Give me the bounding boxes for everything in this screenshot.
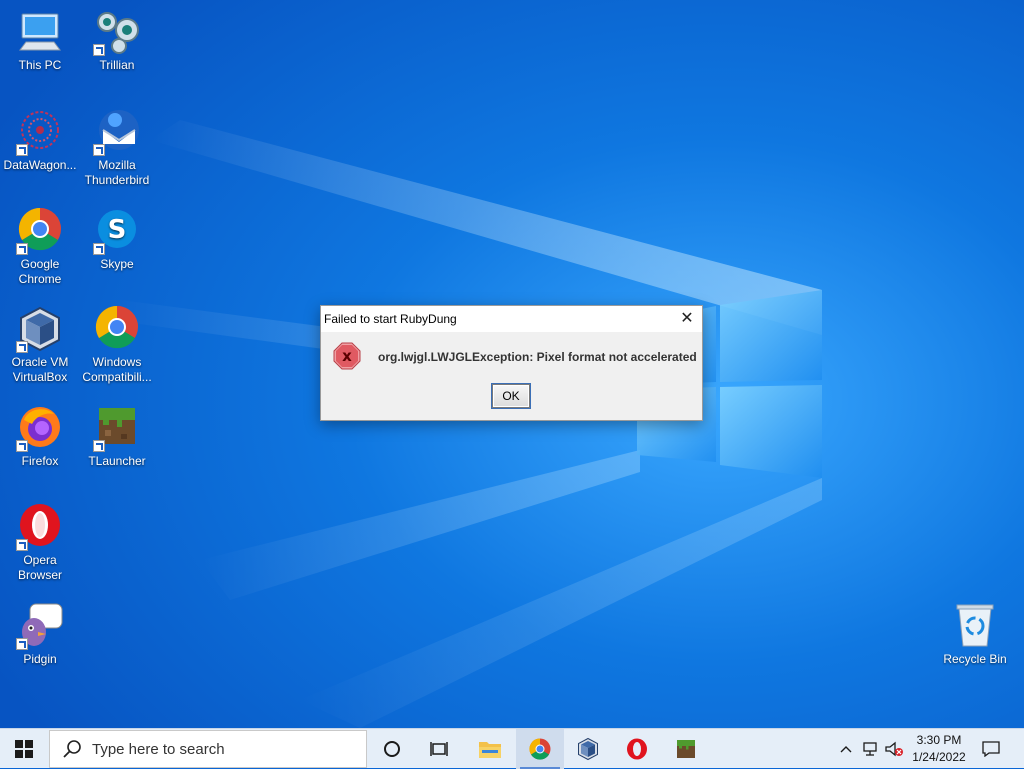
dialog-titlebar[interactable]: Failed to start RubyDung ✕ xyxy=(321,306,702,332)
taskbar-chrome[interactable] xyxy=(516,729,564,769)
windows-logo-icon xyxy=(15,740,33,758)
error-dialog: Failed to start RubyDung ✕ x org.lwjgl.L… xyxy=(320,305,703,421)
taskbar: 3:30 PM 1/24/2022 xyxy=(0,728,1024,769)
thunderbird-icon xyxy=(93,108,141,156)
shortcut-arrow-icon xyxy=(93,243,105,255)
tlauncher-icon xyxy=(93,404,141,452)
desktop-icon-label: Windows Compatibili... xyxy=(82,355,152,384)
svg-text:x: x xyxy=(342,347,352,365)
desktop-icon-this-pc[interactable]: This PC xyxy=(0,8,80,73)
tlauncher-icon xyxy=(677,740,695,758)
taskbar-file-explorer[interactable] xyxy=(466,729,514,769)
opera-icon xyxy=(627,738,647,760)
start-button[interactable] xyxy=(0,729,48,769)
shortcut-arrow-icon xyxy=(16,539,28,551)
taskbar-virtualbox[interactable] xyxy=(564,729,612,769)
svg-text:S: S xyxy=(108,215,127,245)
desktop-icon-trillian[interactable]: Trillian xyxy=(77,8,157,73)
desktop-icon-datawagon[interactable]: DataWagon... xyxy=(0,108,80,173)
shortcut-arrow-icon xyxy=(16,243,28,255)
cortana-button[interactable] xyxy=(368,729,416,769)
desktop-icon-recycle-bin[interactable]: Recycle Bin xyxy=(935,602,1015,667)
close-button[interactable]: ✕ xyxy=(672,306,702,332)
desktop-icon-windows-compat[interactable]: Windows Compatibili... xyxy=(77,305,157,385)
recycle-bin-icon xyxy=(951,602,999,650)
opera-icon xyxy=(16,503,64,551)
chevron-up-icon xyxy=(840,746,852,753)
chrome-icon xyxy=(93,305,141,353)
taskbar-clock[interactable]: 3:30 PM 1/24/2022 xyxy=(902,732,976,766)
shortcut-arrow-icon xyxy=(16,440,28,452)
desktop-icon-label: DataWagon... xyxy=(3,158,77,172)
notification-icon xyxy=(982,741,1000,757)
trillian-icon xyxy=(93,8,141,56)
file-explorer-icon xyxy=(479,742,501,758)
chrome-icon xyxy=(529,738,551,760)
error-message: org.lwjgl.LWJGLException: Pixel format n… xyxy=(378,350,697,364)
desktop-icon-label: Mozilla Thunderbird xyxy=(84,158,150,187)
shortcut-arrow-icon xyxy=(16,341,28,353)
action-center-button[interactable] xyxy=(978,729,1004,769)
taskbar-opera[interactable] xyxy=(613,729,661,769)
shortcut-arrow-icon xyxy=(16,638,28,650)
shortcut-arrow-icon xyxy=(16,144,28,156)
network-icon xyxy=(863,742,877,756)
shortcut-arrow-icon xyxy=(93,144,105,156)
search-input[interactable] xyxy=(90,739,354,759)
search-icon xyxy=(63,740,81,758)
desktop-icon-label: Firefox xyxy=(21,454,59,468)
shortcut-arrow-icon xyxy=(93,440,105,452)
desktop-icon-label: Skype xyxy=(100,257,134,271)
network-tray-button[interactable] xyxy=(860,729,882,769)
desktop-icon-firefox[interactable]: Firefox xyxy=(0,404,80,469)
shortcut-arrow-icon xyxy=(93,44,105,56)
desktop-icon-label: Trillian xyxy=(99,58,135,72)
desktop-icon-label: This PC xyxy=(18,58,62,72)
desktop-icon-pidgin[interactable]: Pidgin xyxy=(0,602,80,667)
clock-time: 3:30 PM xyxy=(916,733,962,747)
desktop-icon-label: Pidgin xyxy=(23,652,57,666)
clock-date: 1/24/2022 xyxy=(912,750,966,764)
chrome-icon xyxy=(16,207,64,255)
virtualbox-icon xyxy=(578,737,598,761)
error-icon: x xyxy=(333,342,361,370)
desktop-icon-label: Opera Browser xyxy=(17,553,62,582)
task-view-button[interactable] xyxy=(416,729,464,769)
desktop-icon-tlauncher[interactable]: TLauncher xyxy=(77,404,157,469)
desktop-icon-label: Google Chrome xyxy=(18,257,62,286)
skype-icon: S xyxy=(93,207,141,255)
dialog-title: Failed to start RubyDung xyxy=(324,312,457,326)
task-view-icon xyxy=(430,742,448,756)
virtualbox-icon xyxy=(16,305,64,353)
desktop-icon-virtualbox[interactable]: Oracle VM VirtualBox xyxy=(0,305,80,385)
taskbar-tlauncher[interactable] xyxy=(662,729,710,769)
cortana-circle-icon xyxy=(384,741,400,757)
this-pc-icon xyxy=(16,8,64,56)
firefox-icon xyxy=(16,404,64,452)
show-hidden-icons-button[interactable] xyxy=(836,729,856,769)
datawagon-icon xyxy=(16,108,64,156)
desktop-icon-label: Recycle Bin xyxy=(943,652,1007,666)
pidgin-icon xyxy=(16,602,64,650)
volume-muted-icon xyxy=(885,741,903,757)
desktop-icon-chrome[interactable]: Google Chrome xyxy=(0,207,80,287)
desktop-icon-label: TLauncher xyxy=(88,454,146,468)
desktop-icon-opera[interactable]: Opera Browser xyxy=(0,503,80,583)
desktop-icon-label: Oracle VM VirtualBox xyxy=(11,355,69,384)
taskbar-search-box[interactable] xyxy=(49,730,367,768)
desktop-icon-skype[interactable]: S Skype xyxy=(77,207,157,272)
desktop-icon-thunderbird[interactable]: Mozilla Thunderbird xyxy=(77,108,157,188)
ok-button[interactable]: OK xyxy=(492,384,530,408)
